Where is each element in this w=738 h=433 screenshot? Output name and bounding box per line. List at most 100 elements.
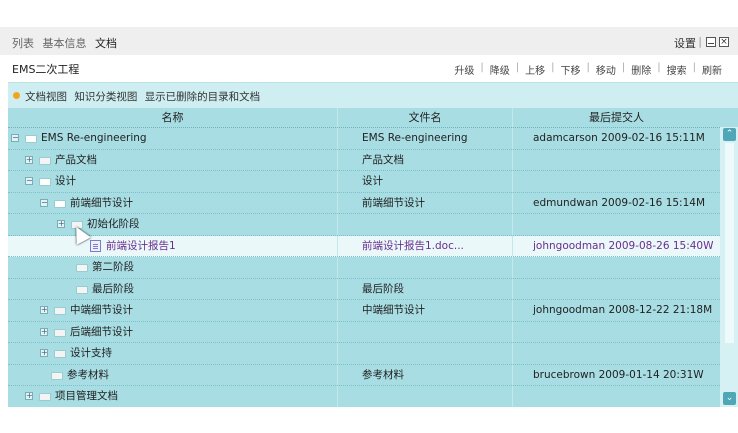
expand-icon[interactable]: + [40, 327, 48, 336]
refresh-button[interactable]: 刷新 [702, 62, 722, 77]
tree-item-label[interactable]: 设计支持 [70, 343, 112, 363]
tree-item-label[interactable]: 产品文档 [55, 150, 97, 170]
minimize-icon[interactable] [706, 37, 716, 47]
name-cell[interactable]: + 中端细节设计 [8, 300, 338, 321]
name-cell[interactable]: 最后阶段 [8, 278, 338, 299]
name-cell[interactable]: + 设计支持 [8, 343, 338, 364]
table-row[interactable]: + 初始化阶段 [8, 214, 720, 236]
folder-icon [39, 156, 51, 165]
bullet-icon [13, 92, 20, 99]
move-down-button[interactable]: 下移 [561, 62, 581, 77]
table-row[interactable]: + 设计支持 [8, 343, 720, 365]
expand-icon[interactable]: + [25, 392, 33, 400]
show-deleted-link[interactable]: 显示已删除的目录和文档 [145, 91, 261, 103]
expand-icon[interactable]: + [57, 220, 65, 228]
name-cell[interactable]: + 产品文档 [8, 149, 338, 170]
name-cell[interactable]: − 前端细节设计 [8, 192, 338, 213]
breadcrumb-documents: 文档 [95, 37, 117, 50]
tree-item-label[interactable]: 初始化阶段 [87, 214, 140, 234]
document-view-link[interactable]: 文档视图 [25, 91, 67, 103]
filename-cell[interactable]: 前端细节设计 [338, 192, 513, 213]
table-row[interactable]: 参考材料 参考材料 brucebrown 2009-01-14 20:31W [8, 364, 720, 386]
filename-cell[interactable]: 设计 [338, 171, 513, 192]
delete-button[interactable]: 删除 [631, 62, 651, 77]
table-row[interactable]: + 项目管理文档 [8, 386, 720, 407]
scroll-track[interactable] [725, 143, 734, 343]
table-row[interactable]: − EMS Re-engineering EMS Re-engineering ada… [8, 128, 720, 150]
move-button[interactable]: 移动 [596, 62, 616, 77]
submitter-cell: johngoodman 2008-12-22 21:18M [533, 304, 713, 316]
name-cell[interactable]: − EMS Re-engineering [8, 128, 338, 149]
toolbar: EMS二次工程 升级 | 降级 | 上移 | 下移 | 移动 | 删除 | 搜索 | 刷新 [0, 55, 738, 80]
name-cell[interactable]: + 项目管理文档 [8, 386, 338, 407]
column-header-submitter[interactable]: 最后提交人 [513, 108, 720, 127]
expand-icon[interactable]: + [40, 306, 48, 314]
submitter-cell [513, 386, 720, 407]
tree-item-label[interactable]: 后端细节设计 [70, 322, 133, 342]
collapse-icon[interactable]: − [25, 177, 33, 185]
tree-item-label[interactable]: 前端细节设计 [70, 193, 133, 213]
table-row[interactable]: − 前端细节设计 前端细节设计 edmundwan 2009-02-16 15:14M [8, 192, 720, 214]
filename-cell[interactable] [338, 386, 513, 407]
filename-cell[interactable]: 前端设计报告1.doc... [338, 235, 513, 256]
close-icon[interactable]: × [719, 37, 729, 47]
table-row[interactable]: + 产品文档 产品文档 [8, 149, 720, 171]
filename-cell[interactable] [338, 257, 513, 278]
folder-icon [54, 350, 66, 358]
filename-cell[interactable]: 最后阶段 [338, 278, 513, 299]
table-row[interactable]: + 后端细节设计 [8, 321, 720, 343]
search-button[interactable]: 搜索 [667, 62, 687, 77]
tree-item-label[interactable]: 第二阶段 [92, 257, 134, 277]
tree-item-label[interactable]: 前端设计报告1 [106, 236, 176, 256]
column-header-filename[interactable]: 文件名 [338, 108, 513, 127]
table-row[interactable]: + 中端细节设计 中端细节设计 johngoodman 2008-12-22 21:1… [8, 300, 720, 322]
table-row[interactable]: 最后阶段 最后阶段 [8, 278, 720, 300]
filename-cell[interactable]: 产品文档 [338, 149, 513, 170]
collapse-icon[interactable]: − [40, 198, 48, 207]
filename-cell[interactable]: 参考材料 [338, 364, 513, 385]
expand-icon[interactable]: + [25, 155, 33, 164]
filename-cell[interactable]: 中端细节设计 [338, 300, 513, 321]
breadcrumb-basic-info-link[interactable]: 基本信息 [43, 37, 87, 50]
submitter-cell [513, 279, 720, 300]
name-cell[interactable]: 前端设计报告1 [8, 235, 338, 256]
submitter-cell: adamcarson 2009-02-16 15:11M [533, 132, 705, 144]
name-cell[interactable]: + 初始化阶段 [8, 214, 338, 235]
filename-cell[interactable]: EMS Re-engineering [338, 128, 513, 149]
knowledge-view-link[interactable]: 知识分类视图 [74, 91, 137, 103]
settings-link[interactable]: 设置 [674, 35, 696, 51]
submitter-cell: edmundwan 2009-02-16 15:14M [533, 196, 706, 209]
vertical-scrollbar[interactable]: ⌃ ⌄ [720, 127, 738, 407]
filename-cell[interactable] [338, 214, 513, 235]
submitter-cell [513, 214, 720, 235]
folder-open-icon [54, 199, 66, 208]
downgrade-button[interactable]: 降级 [490, 62, 510, 77]
column-header-name[interactable]: 名称 [8, 108, 338, 127]
submitter-cell [513, 171, 720, 192]
table-row[interactable]: 第二阶段 [8, 257, 720, 279]
filename-cell[interactable] [338, 321, 513, 342]
scroll-up-icon[interactable]: ⌃ [723, 128, 736, 141]
tree-item-label[interactable]: 中端细节设计 [70, 300, 133, 320]
name-cell[interactable]: 第二阶段 [8, 257, 338, 278]
filename-cell[interactable] [338, 343, 513, 364]
table-row[interactable]: − 设计 设计 [8, 171, 720, 193]
table-row[interactable]: 前端设计报告1 前端设计报告1.doc... johngoodman 2009-08… [8, 235, 720, 257]
breadcrumb-list-link[interactable]: 列表 [12, 37, 34, 50]
name-cell[interactable]: − 设计 [8, 171, 338, 192]
tree-item-label[interactable]: 参考材料 [67, 365, 109, 385]
grid-header: 名称 文件名 最后提交人 [8, 108, 720, 128]
tree-item-label[interactable]: EMS Re-engineering [41, 128, 147, 148]
upgrade-button[interactable]: 升级 [454, 62, 474, 77]
submitter-cell: brucebrown 2009-01-14 20:31W [533, 368, 704, 381]
name-cell[interactable]: + 后端细节设计 [8, 321, 338, 342]
scroll-down-icon[interactable]: ⌄ [723, 392, 736, 405]
name-cell[interactable]: 参考材料 [8, 364, 338, 385]
view-options-bar: 文档视图 知识分类视图 显示已删除的目录和文档 [8, 82, 738, 109]
tree-item-label[interactable]: 项目管理文档 [55, 386, 118, 406]
collapse-icon[interactable]: − [11, 134, 19, 142]
expand-icon[interactable]: + [40, 349, 48, 357]
move-up-button[interactable]: 上移 [525, 62, 545, 77]
tree-item-label[interactable]: 最后阶段 [92, 279, 134, 299]
tree-item-label[interactable]: 设计 [55, 171, 76, 191]
